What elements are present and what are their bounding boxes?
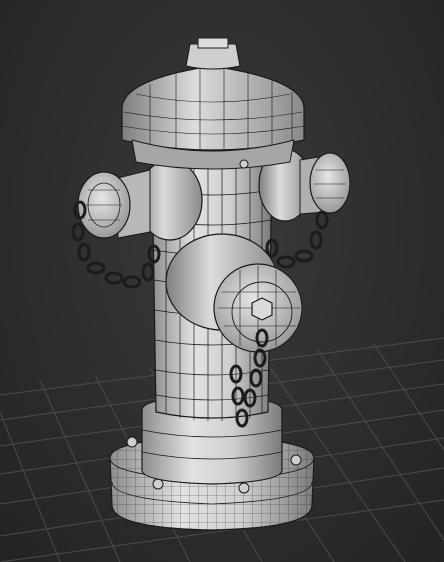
bolt-icon: [238, 482, 250, 494]
hydrant-bonnet: [121, 37, 305, 170]
left-outlet-nozzle: [77, 159, 203, 241]
hex-nut-icon: [251, 297, 273, 321]
bolt-icon: [152, 478, 164, 490]
3d-viewport[interactable]: [0, 0, 444, 562]
bolt-icon: [290, 454, 302, 466]
bolt-icon: [126, 436, 138, 448]
bolt-icon: [239, 159, 249, 169]
operating-nut-icon: [197, 37, 229, 49]
viewport-canvas[interactable]: [0, 0, 444, 562]
right-chain: [265, 210, 329, 269]
